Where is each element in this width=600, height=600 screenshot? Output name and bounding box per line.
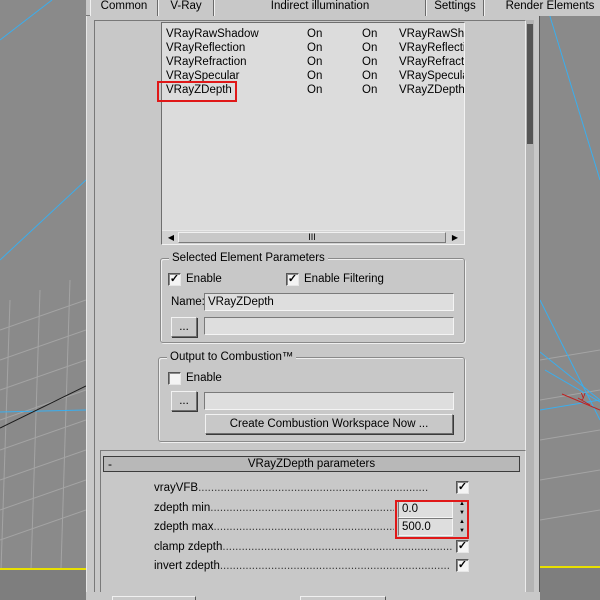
name-label: Name: xyxy=(171,296,205,308)
param-name: vrayVFB xyxy=(154,482,199,494)
element-name: VRayRefraction xyxy=(166,56,247,68)
highlight-selected-element xyxy=(157,81,237,102)
rollout-title: VRayZDepth parameters xyxy=(247,458,376,470)
leader-dots: ........................................… xyxy=(210,502,394,514)
list-scroll-thumb[interactable]: III xyxy=(178,232,446,243)
viewport-grid xyxy=(0,0,86,600)
panel-scrollbar[interactable] xyxy=(526,20,534,600)
enable-filtering-checkbox[interactable]: ✓ xyxy=(286,273,299,286)
checkmark-icon: ✓ xyxy=(457,481,468,493)
collapse-icon: - xyxy=(108,457,112,471)
element-enabled: On xyxy=(307,42,323,54)
create-combustion-workspace-button[interactable]: Create Combustion Workspace Now ... xyxy=(205,414,453,434)
viewport-left[interactable] xyxy=(0,0,86,600)
leader-dots: ........................................… xyxy=(198,482,429,494)
list-item[interactable]: VRayReflection On On VRayReflecti xyxy=(162,41,465,55)
element-filter: On xyxy=(362,42,378,54)
element-enabled: On xyxy=(307,56,323,68)
element-filter: On xyxy=(362,70,378,82)
list-item[interactable]: VRayRawShadow On On VRayRawSha xyxy=(162,27,465,41)
grip-icon: III xyxy=(308,232,316,242)
vrayvfb-checkbox[interactable]: ✓ xyxy=(456,481,469,494)
element-enabled: On xyxy=(307,28,323,40)
rollout-header[interactable]: VRayZDepth parameters - xyxy=(103,456,520,472)
leader-dots: ........................................… xyxy=(222,541,453,553)
checkmark-icon: ✓ xyxy=(287,273,298,285)
highlight-zdepth-range xyxy=(395,500,469,539)
combustion-path-field[interactable] xyxy=(204,392,454,410)
element-filter: On xyxy=(362,84,378,96)
element-output: VRayRefracti xyxy=(399,56,465,68)
checkmark-icon: ✓ xyxy=(457,540,468,552)
tab-vray[interactable]: V-Ray xyxy=(158,0,214,16)
combustion-browse-button[interactable]: ... xyxy=(171,391,197,411)
tab-bar: Common V-Ray Indirect illumination Setti… xyxy=(86,0,600,16)
element-output: VRayRawSha xyxy=(399,28,465,40)
leader-dots: ........................................… xyxy=(219,560,450,572)
output-path-field[interactable] xyxy=(204,317,454,335)
element-output: VRayReflecti xyxy=(399,42,465,54)
tab-render-elements[interactable]: Render Elements xyxy=(484,0,600,16)
element-enabled: On xyxy=(307,84,323,96)
viewport-right[interactable]: y xyxy=(540,0,600,600)
tab-indirect-illumination[interactable]: Indirect illumination xyxy=(214,0,426,16)
browse-button[interactable]: ... xyxy=(171,317,197,337)
element-output: VRaySpecula xyxy=(399,70,465,82)
clamp-zdepth-label: clamp zdepth............................… xyxy=(154,540,454,554)
vrayvfb-label: vrayVFB.................................… xyxy=(154,481,454,495)
list-item[interactable]: VRayRefraction On On VRayRefracti xyxy=(162,55,465,69)
list-horizontal-scrollbar[interactable]: ◀ III ▶ xyxy=(162,230,464,244)
checkmark-icon: ✓ xyxy=(457,559,468,571)
zdepth-max-label: zdepth max..............................… xyxy=(154,520,394,534)
combustion-enable-label: Enable xyxy=(186,372,222,384)
leader-dots: ........................................… xyxy=(213,521,394,533)
zdepth-min-label: zdepth min..............................… xyxy=(154,501,394,515)
param-name: invert zdepth xyxy=(154,560,220,572)
viewport-wireframe xyxy=(540,0,600,600)
element-filter: On xyxy=(362,56,378,68)
enable-label: Enable xyxy=(186,273,222,285)
tab-common[interactable]: Common xyxy=(90,0,158,16)
enable-checkbox[interactable]: ✓ xyxy=(168,273,181,286)
name-field[interactable]: VRayZDepth xyxy=(204,293,454,311)
element-enabled: On xyxy=(307,70,323,82)
bottom-button-right[interactable] xyxy=(300,596,386,600)
param-name: zdepth max xyxy=(154,521,214,533)
panel-scroll-thumb[interactable] xyxy=(527,24,533,144)
element-name: VRayRawShadow xyxy=(166,28,259,40)
element-name: VRayReflection xyxy=(166,42,246,54)
group-title: Output to Combustion™ xyxy=(167,350,297,364)
element-filter: On xyxy=(362,28,378,40)
param-name: zdepth min xyxy=(154,502,211,514)
axis-label-y: y xyxy=(581,390,586,400)
bottom-button-left[interactable] xyxy=(112,596,196,600)
combustion-enable-checkbox[interactable] xyxy=(168,372,181,385)
enable-filtering-label: Enable Filtering xyxy=(304,273,384,285)
group-title: Selected Element Parameters xyxy=(169,251,328,265)
clamp-zdepth-checkbox[interactable]: ✓ xyxy=(456,540,469,553)
invert-zdepth-label: invert zdepth...........................… xyxy=(154,559,454,573)
invert-zdepth-checkbox[interactable]: ✓ xyxy=(456,559,469,572)
checkmark-icon: ✓ xyxy=(169,273,180,285)
scroll-right-arrow-icon[interactable]: ▶ xyxy=(448,231,462,244)
tab-settings[interactable]: Settings xyxy=(426,0,484,16)
param-name: clamp zdepth xyxy=(154,541,223,553)
element-output: VRayZDepth xyxy=(399,84,465,96)
render-elements-list[interactable]: VRayRawShadow On On VRayRawSha VRayRefle… xyxy=(161,22,465,245)
scroll-left-arrow-icon[interactable]: ◀ xyxy=(164,231,178,244)
